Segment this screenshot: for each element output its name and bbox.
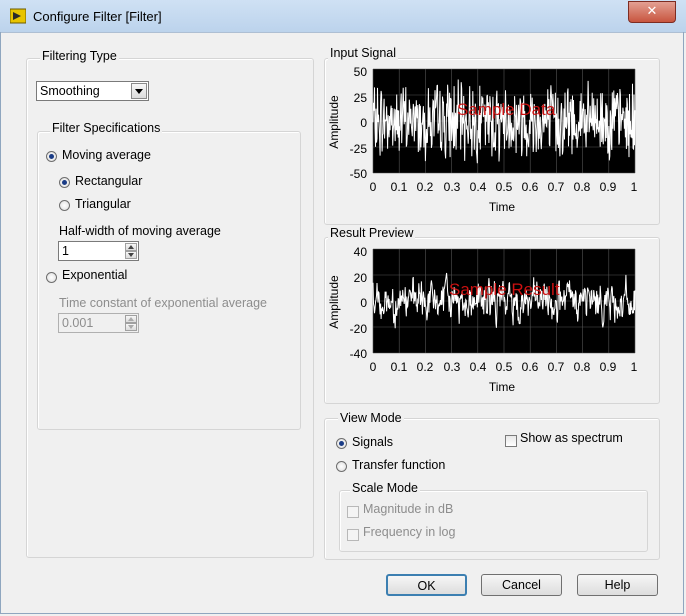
x-axis-label: Time [489,200,516,214]
x-tick-label: 0.3 [444,180,461,194]
help-button[interactable]: Help [577,574,658,596]
x-tick-label: 0 [370,180,377,194]
rectangular-radio[interactable] [59,177,70,188]
filtering-type-select[interactable]: Smoothing [36,81,149,101]
signals-label[interactable]: Signals [352,435,393,449]
exponential-label[interactable]: Exponential [62,268,127,282]
magnitude-db-checkbox[interactable] [347,506,359,518]
y-axis-label: Amplitude [327,95,341,149]
x-tick-label: 0.8 [574,180,591,194]
frequency-log-checkbox[interactable] [347,529,359,541]
magnitude-db-label: Magnitude in dB [363,502,454,516]
transfer-function-radio[interactable] [336,461,347,472]
result-preview-chart: Sample Result 40 20 0 -20 -40 0 0.1 0.2 … [327,245,638,394]
x-tick-label: 0.4 [470,180,487,194]
labview-icon [10,8,26,24]
x-tick-label: 0.5 [496,360,513,374]
filter-specs-label: Filter Specifications [50,121,163,135]
x-tick-label: 0 [370,360,377,374]
ok-button[interactable]: OK [386,574,467,596]
moving-average-radio[interactable] [46,151,57,162]
time-constant-stepper[interactable]: 0.001 [58,313,139,333]
signals-radio[interactable] [336,438,347,449]
y-tick-label: 25 [354,91,368,105]
x-tick-label: 1 [631,360,638,374]
show-spectrum-checkbox[interactable] [505,435,517,447]
x-tick-label: 0.6 [522,360,539,374]
y-tick-label: -25 [350,142,368,156]
filtering-type-label: Filtering Type [40,49,119,63]
chart-watermark: Sample Data [457,100,556,119]
x-tick-label: 0.7 [548,360,565,374]
scale-mode-group [339,490,648,552]
x-tick-label: 0.7 [548,180,565,194]
x-tick-label: 0.8 [574,360,591,374]
transfer-function-label[interactable]: Transfer function [352,458,445,472]
y-tick-label: 40 [354,245,368,259]
view-mode-label: View Mode [338,411,404,425]
increment-icon[interactable] [125,243,137,251]
x-tick-label: 0.5 [496,180,513,194]
exponential-radio[interactable] [46,272,57,283]
decrement-icon[interactable] [125,251,137,259]
result-preview-title: Result Preview [328,226,416,240]
frequency-log-label: Frequency in log [363,525,456,539]
time-constant-label: Time constant of exponential average [59,296,267,310]
x-tick-label: 0.6 [522,180,539,194]
y-tick-label: -40 [350,347,368,361]
cancel-button[interactable]: Cancel [481,574,562,596]
input-signal-chart: Sample Data 50 25 0 -25 -50 0 0.1 0.2 0.… [327,65,638,214]
triangular-radio[interactable] [59,200,70,211]
x-tick-label: 0.1 [391,360,408,374]
half-width-label: Half-width of moving average [59,224,221,238]
scale-mode-label: Scale Mode [350,481,421,495]
moving-average-label[interactable]: Moving average [62,148,151,162]
x-tick-label: 0.3 [444,360,461,374]
y-tick-label: 50 [354,65,368,79]
y-axis-label: Amplitude [327,275,341,329]
triangular-label[interactable]: Triangular [75,197,131,211]
input-signal-title: Input Signal [328,46,399,60]
y-tick-label: -50 [350,167,368,181]
increment-icon[interactable] [125,315,137,323]
half-width-stepper[interactable]: 1 [58,241,139,261]
x-tick-label: 1 [631,180,638,194]
y-tick-label: -20 [350,322,368,336]
y-tick-label: 0 [360,116,367,130]
x-axis-label: Time [489,380,516,394]
rectangular-label[interactable]: Rectangular [75,174,142,188]
y-tick-label: 0 [360,296,367,310]
x-tick-label: 0.1 [391,180,408,194]
x-tick-label: 0.9 [600,180,617,194]
title-bar: Configure Filter [Filter] ✕ [0,0,686,33]
x-tick-label: 0.4 [470,360,487,374]
chevron-down-icon[interactable] [131,83,147,99]
x-tick-label: 0.9 [600,360,617,374]
y-tick-label: 20 [354,271,368,285]
close-icon: ✕ [646,4,658,19]
x-tick-label: 0.2 [417,360,434,374]
chart-watermark: Sample Result [449,280,560,299]
decrement-icon[interactable] [125,323,137,331]
filtering-type-value: Smoothing [40,84,100,98]
close-button[interactable]: ✕ [628,1,676,23]
time-constant-value: 0.001 [62,316,94,330]
show-spectrum-label[interactable]: Show as spectrum [520,431,623,445]
half-width-value: 1 [62,244,69,258]
x-tick-label: 0.2 [417,180,434,194]
window-title: Configure Filter [Filter] [33,9,162,24]
